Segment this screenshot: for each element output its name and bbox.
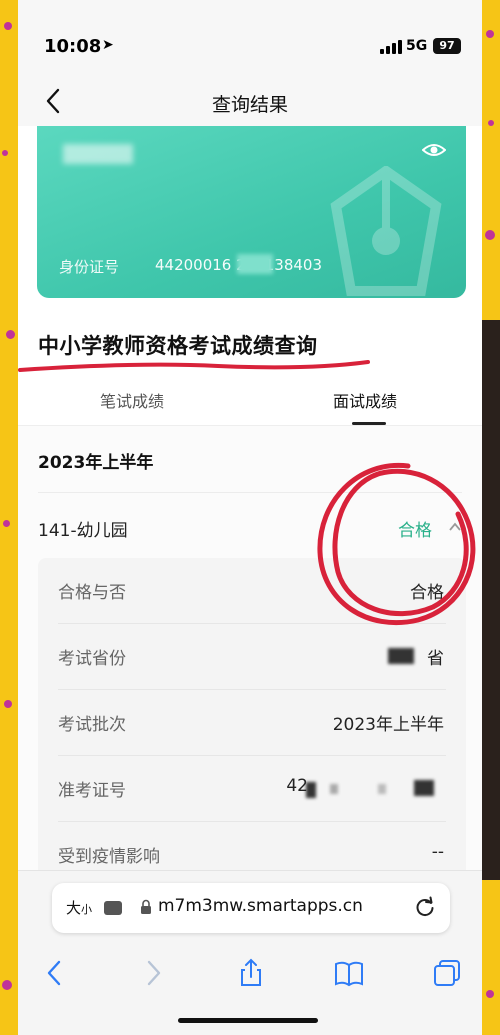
subject-label: 141-幼儿园	[38, 521, 128, 541]
signal-icon	[380, 40, 402, 54]
location-arrow-icon: ➤	[102, 37, 114, 53]
detail-row-admission-number: 准考证号 42	[38, 756, 466, 822]
frame-dot	[4, 700, 12, 708]
exam-year-heading: 2023年上半年	[38, 453, 154, 473]
frame-dot	[486, 30, 494, 38]
detail-row-batch: 考试批次 2023年上半年	[38, 690, 466, 756]
share-icon[interactable]	[236, 958, 266, 988]
detail-label: 受到疫情影响	[58, 847, 160, 867]
back-icon[interactable]	[40, 958, 70, 988]
browser-address-area: 大小 m7m3mw.smartapps.cn	[18, 870, 482, 946]
status-bar: 10:08 ➤ 5G 97	[18, 0, 482, 80]
page-settings-button[interactable]: 大小	[66, 897, 92, 918]
detail-label: 合格与否	[58, 583, 126, 603]
frame-dot	[3, 520, 10, 527]
status-time: 10:08	[44, 36, 102, 57]
frame-dot	[485, 230, 495, 240]
identity-card: 身份证号 44200016 206138403	[37, 126, 466, 298]
detail-value: 42	[286, 776, 308, 796]
tab-interview[interactable]: 面试成绩	[333, 388, 397, 412]
page-title: 查询结果	[211, 94, 288, 116]
home-indicator	[178, 1018, 318, 1023]
pen-nib-watermark-icon	[330, 166, 442, 296]
redaction	[378, 784, 386, 794]
detail-label: 考试批次	[58, 715, 126, 735]
tab-written-exam[interactable]: 笔试成绩	[100, 388, 164, 412]
detail-value: --	[431, 842, 444, 862]
id-number-label: 身份证号	[59, 258, 120, 276]
background-person	[482, 320, 500, 880]
text-size-small: 小	[81, 903, 93, 916]
tabs-icon[interactable]	[432, 958, 462, 988]
phone-screen: 10:08 ➤ 5G 97 查询结果 身份证号 44200016 2061384…	[18, 0, 482, 1035]
extension-icon[interactable]	[104, 901, 122, 915]
blurred-name	[63, 144, 133, 164]
battery-indicator: 97	[433, 38, 461, 54]
detail-label: 准考证号	[58, 781, 126, 801]
frame-dot	[4, 22, 12, 30]
redaction	[414, 780, 434, 796]
eye-icon[interactable]	[422, 140, 446, 160]
redaction	[306, 782, 316, 798]
detail-value: 2023年上半年	[332, 715, 444, 735]
detail-label: 考试省份	[58, 649, 126, 669]
active-tab-indicator	[352, 422, 386, 425]
url-text: m7m3mw.smartapps.cn	[158, 896, 363, 916]
lock-icon	[141, 899, 151, 914]
forward-icon[interactable]	[138, 958, 168, 988]
bookmarks-icon[interactable]	[334, 958, 364, 988]
navigation-bar: 查询结果	[18, 80, 482, 126]
score-tabs: 笔试成绩 面试成绩	[18, 380, 482, 426]
text-size-large: 大	[66, 899, 82, 917]
redaction	[330, 784, 338, 794]
network-type: 5G	[406, 38, 428, 54]
redaction	[388, 648, 414, 664]
frame-dot	[2, 980, 12, 990]
frame-dot	[6, 330, 15, 339]
detail-value: 省	[427, 649, 444, 669]
red-circle-annotation	[317, 462, 476, 626]
frame-dot	[2, 150, 8, 156]
frame-dot	[486, 990, 494, 998]
frame-dot	[488, 120, 494, 126]
reload-icon[interactable]	[414, 896, 436, 918]
address-bar[interactable]: 大小 m7m3mw.smartapps.cn	[52, 883, 450, 933]
id-number-redaction	[237, 254, 273, 274]
